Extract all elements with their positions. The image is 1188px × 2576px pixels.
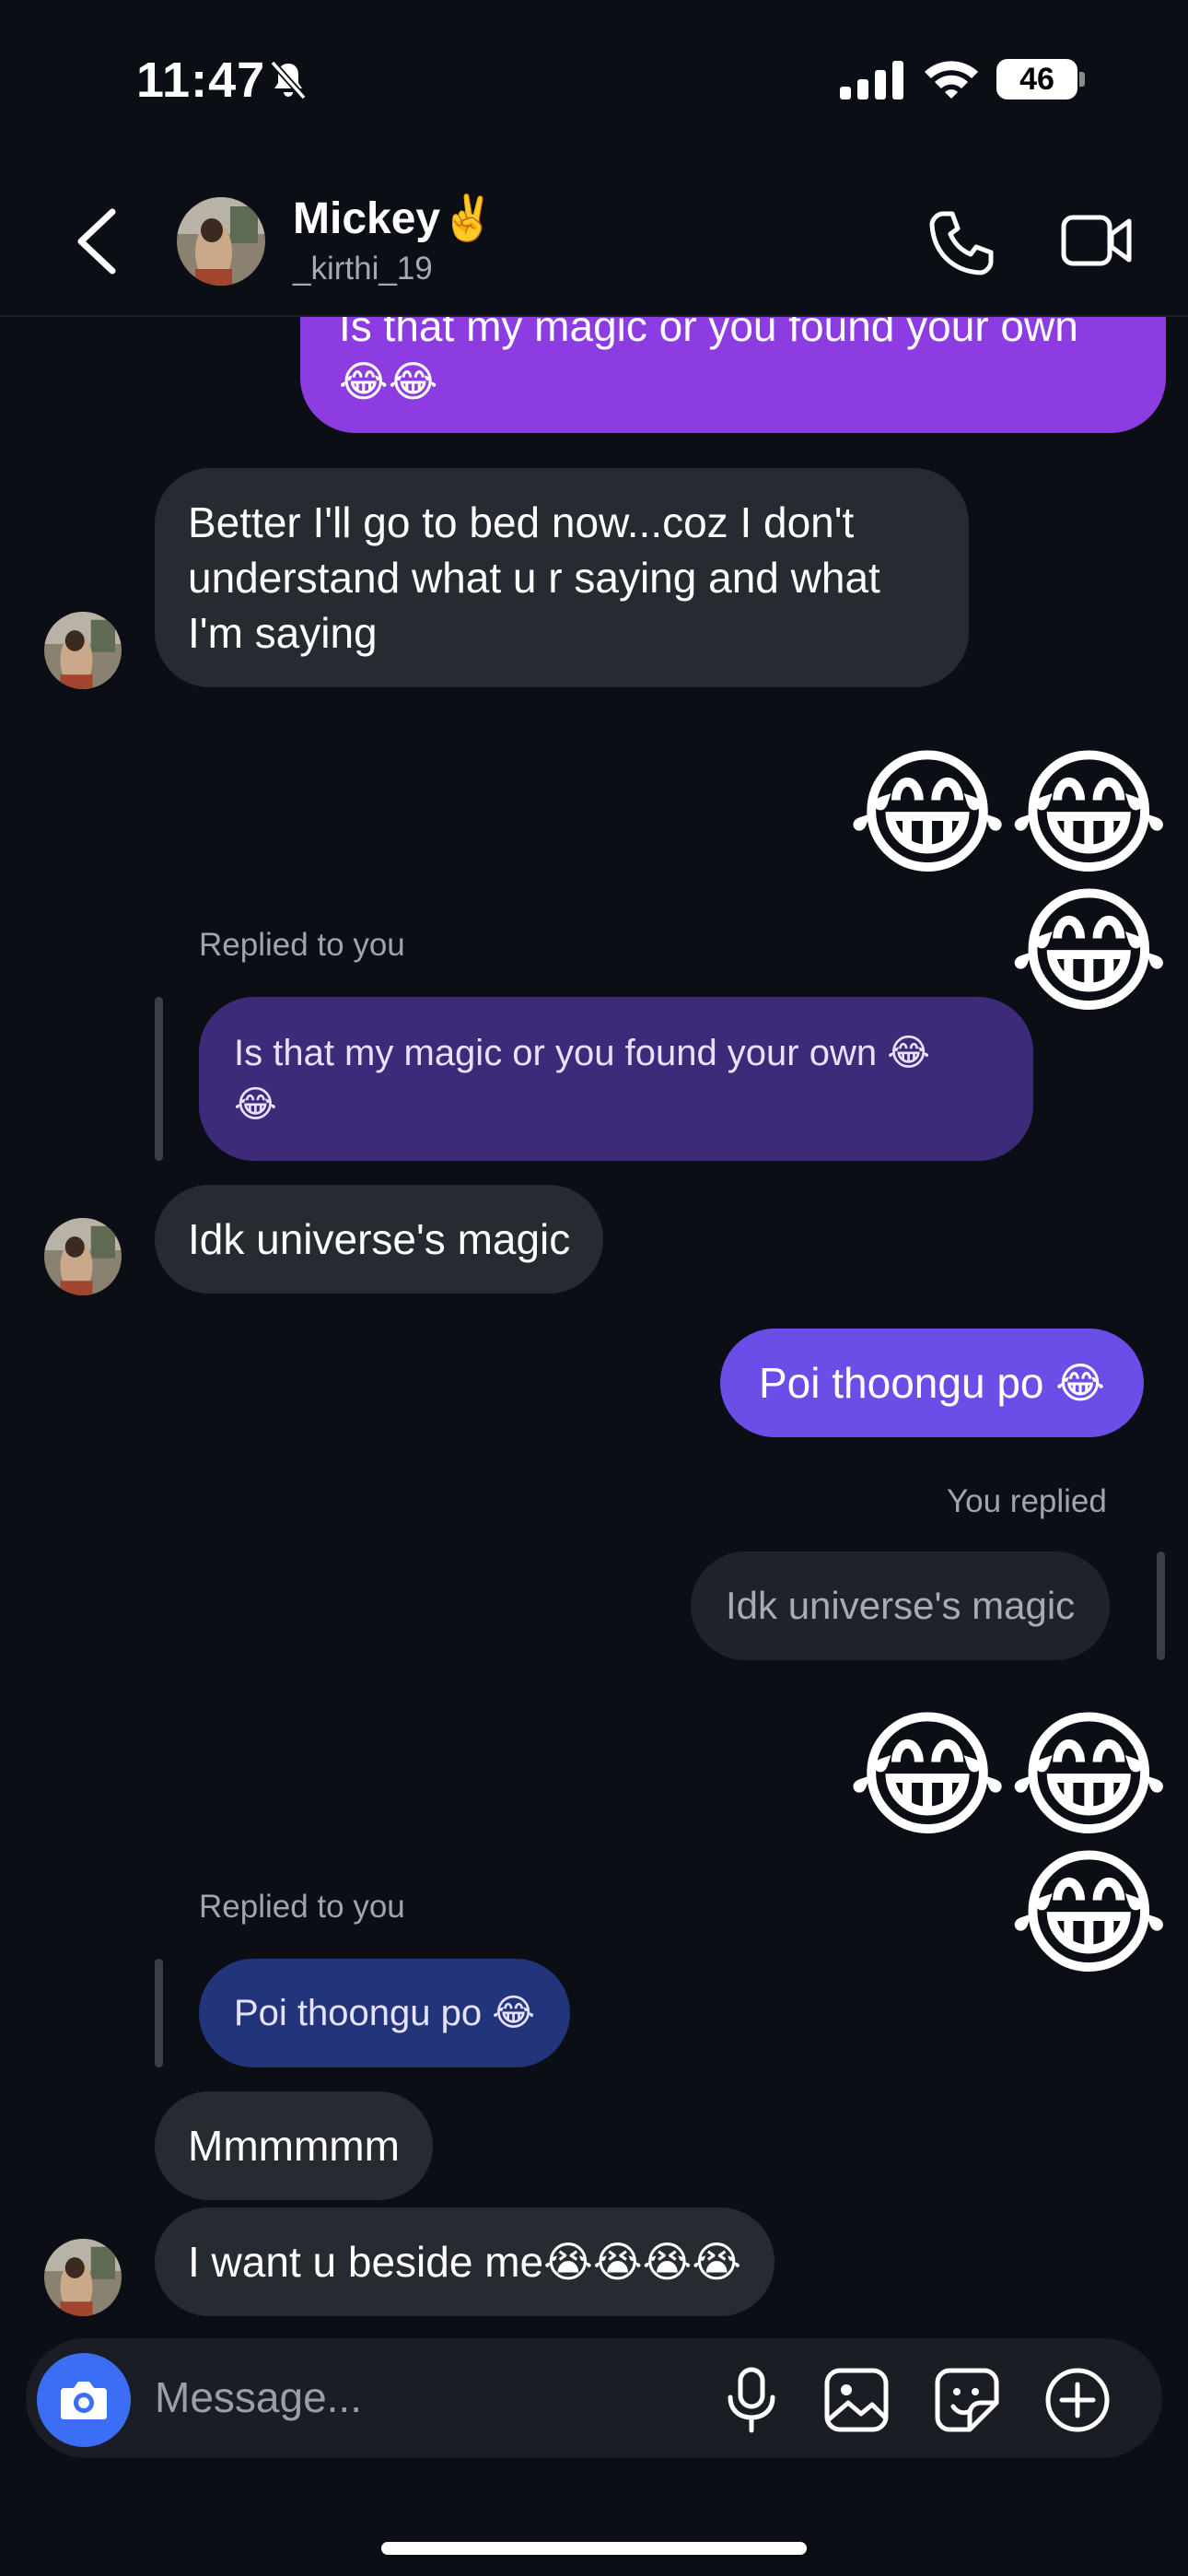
reply-label: Replied to you	[199, 927, 405, 963]
sender-avatar[interactable]	[44, 2239, 122, 2316]
battery-level: 46	[996, 59, 1077, 100]
video-icon[interactable]	[1061, 212, 1133, 269]
sender-avatar[interactable]	[44, 1218, 122, 1295]
outgoing-message[interactable]: Is that my magic or you found your own 😂…	[300, 317, 1166, 433]
header-divider	[0, 315, 1188, 317]
avatar-photo	[44, 1218, 122, 1295]
outgoing-emoji-message[interactable]: 😂😂😂	[700, 744, 1170, 1021]
avatar-photo	[177, 197, 265, 286]
status-time: 11:47	[136, 53, 266, 108]
incoming-message[interactable]: Better I'll go to bed now...coz I don't …	[155, 468, 969, 687]
reply-quote-bar	[155, 1959, 163, 2067]
signal-icon	[840, 61, 903, 100]
back-chevron-icon[interactable]	[72, 206, 123, 276]
home-indicator[interactable]	[381, 2542, 807, 2555]
victory-emoji: ✌️	[440, 194, 495, 243]
contact-handle: _kirthi_19	[293, 251, 433, 287]
wifi-icon	[925, 61, 978, 99]
quoted-message[interactable]: Idk universe's magic	[691, 1551, 1111, 1660]
reply-label: You replied	[947, 1483, 1107, 1519]
message-input[interactable]: Message...	[155, 2372, 362, 2422]
contact-avatar[interactable]	[177, 197, 265, 286]
battery-cap	[1079, 72, 1085, 87]
incoming-message[interactable]: Idk universe's magic	[155, 1185, 604, 1294]
sticker-icon[interactable]	[933, 2366, 1001, 2434]
outgoing-message[interactable]: Poi thoongu po 😂	[720, 1329, 1145, 1437]
phone-icon[interactable]	[926, 208, 996, 278]
outgoing-emoji-message[interactable]: 😂😂😂	[700, 1706, 1170, 1983]
mic-icon[interactable]	[717, 2366, 786, 2434]
incoming-message[interactable]: I want u beside me😭😭😭😭	[155, 2207, 775, 2316]
plus-icon[interactable]	[1043, 2366, 1112, 2434]
reply-quote-bar	[1157, 1551, 1165, 1660]
avatar-photo	[44, 2239, 122, 2316]
gallery-icon[interactable]	[822, 2366, 891, 2434]
incoming-message[interactable]: Mmmmmm	[155, 2091, 433, 2200]
quoted-message[interactable]: Is that my magic or you found your own 😂…	[199, 997, 1033, 1161]
reply-quote-bar	[155, 997, 163, 1161]
quoted-message[interactable]: Poi thoongu po 😂	[199, 1959, 570, 2067]
reply-label: Replied to you	[199, 1889, 405, 1925]
contact-name[interactable]: Mickey✌️	[293, 192, 495, 244]
avatar-photo	[44, 612, 122, 689]
bell-slash-icon	[270, 60, 307, 100]
camera-icon	[61, 2382, 107, 2419]
camera-button[interactable]	[37, 2353, 131, 2447]
sender-avatar[interactable]	[44, 612, 122, 689]
